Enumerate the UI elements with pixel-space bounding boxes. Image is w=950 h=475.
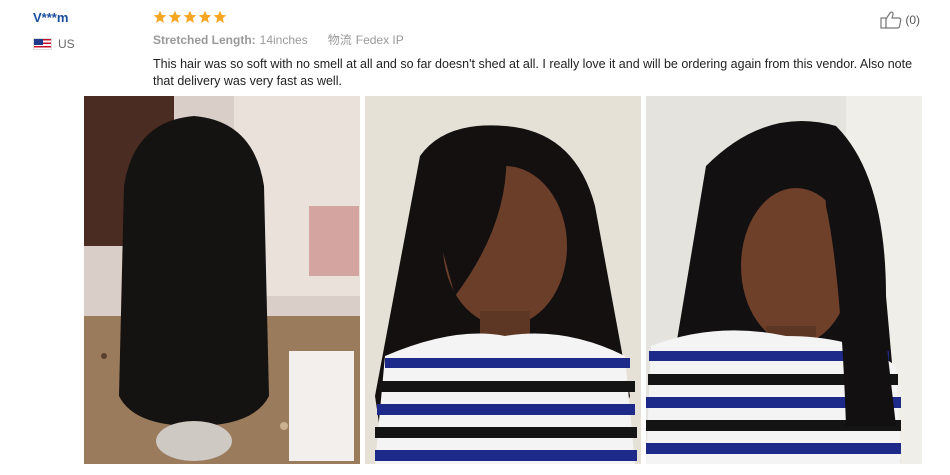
- review-photos: [84, 96, 922, 464]
- star-icon: [168, 10, 182, 23]
- logistics-value: Fedex IP: [355, 32, 404, 47]
- stretched-length-label: Stretched Length:: [153, 32, 256, 47]
- star-icon: [198, 10, 212, 23]
- review-photo-3[interactable]: [646, 96, 922, 464]
- reviewer-name[interactable]: V***m: [33, 10, 143, 25]
- wig-photo-image: [84, 96, 360, 464]
- review-photo-1[interactable]: [84, 96, 360, 464]
- country-code: US: [58, 37, 75, 51]
- stretched-length-value: 14inches: [259, 32, 308, 47]
- helpful-count: (0): [905, 13, 920, 27]
- review-text: This hair was so soft with no smell at a…: [153, 57, 913, 88]
- logistics-label: 物流: [327, 33, 352, 47]
- reviewer-info: V***m US: [33, 10, 143, 51]
- customer-side-photo-image: [646, 96, 922, 464]
- review-meta: Stretched Length: 14inches 物流 Fedex IP: [153, 31, 923, 48]
- review-photo-2[interactable]: [365, 96, 641, 464]
- striped-shirt: [375, 333, 637, 464]
- helpful-button[interactable]: (0): [880, 11, 920, 29]
- reviewer-country: US: [33, 37, 143, 51]
- star-icon: [213, 10, 227, 23]
- star-icon: [153, 10, 167, 23]
- star-rating: [153, 10, 923, 24]
- us-flag-icon: [33, 38, 52, 50]
- customer-front-photo-image: [365, 96, 641, 464]
- thumbs-up-icon: [880, 11, 902, 29]
- star-icon: [183, 10, 197, 23]
- review-body: Stretched Length: 14inches 物流 Fedex IP T…: [153, 10, 923, 90]
